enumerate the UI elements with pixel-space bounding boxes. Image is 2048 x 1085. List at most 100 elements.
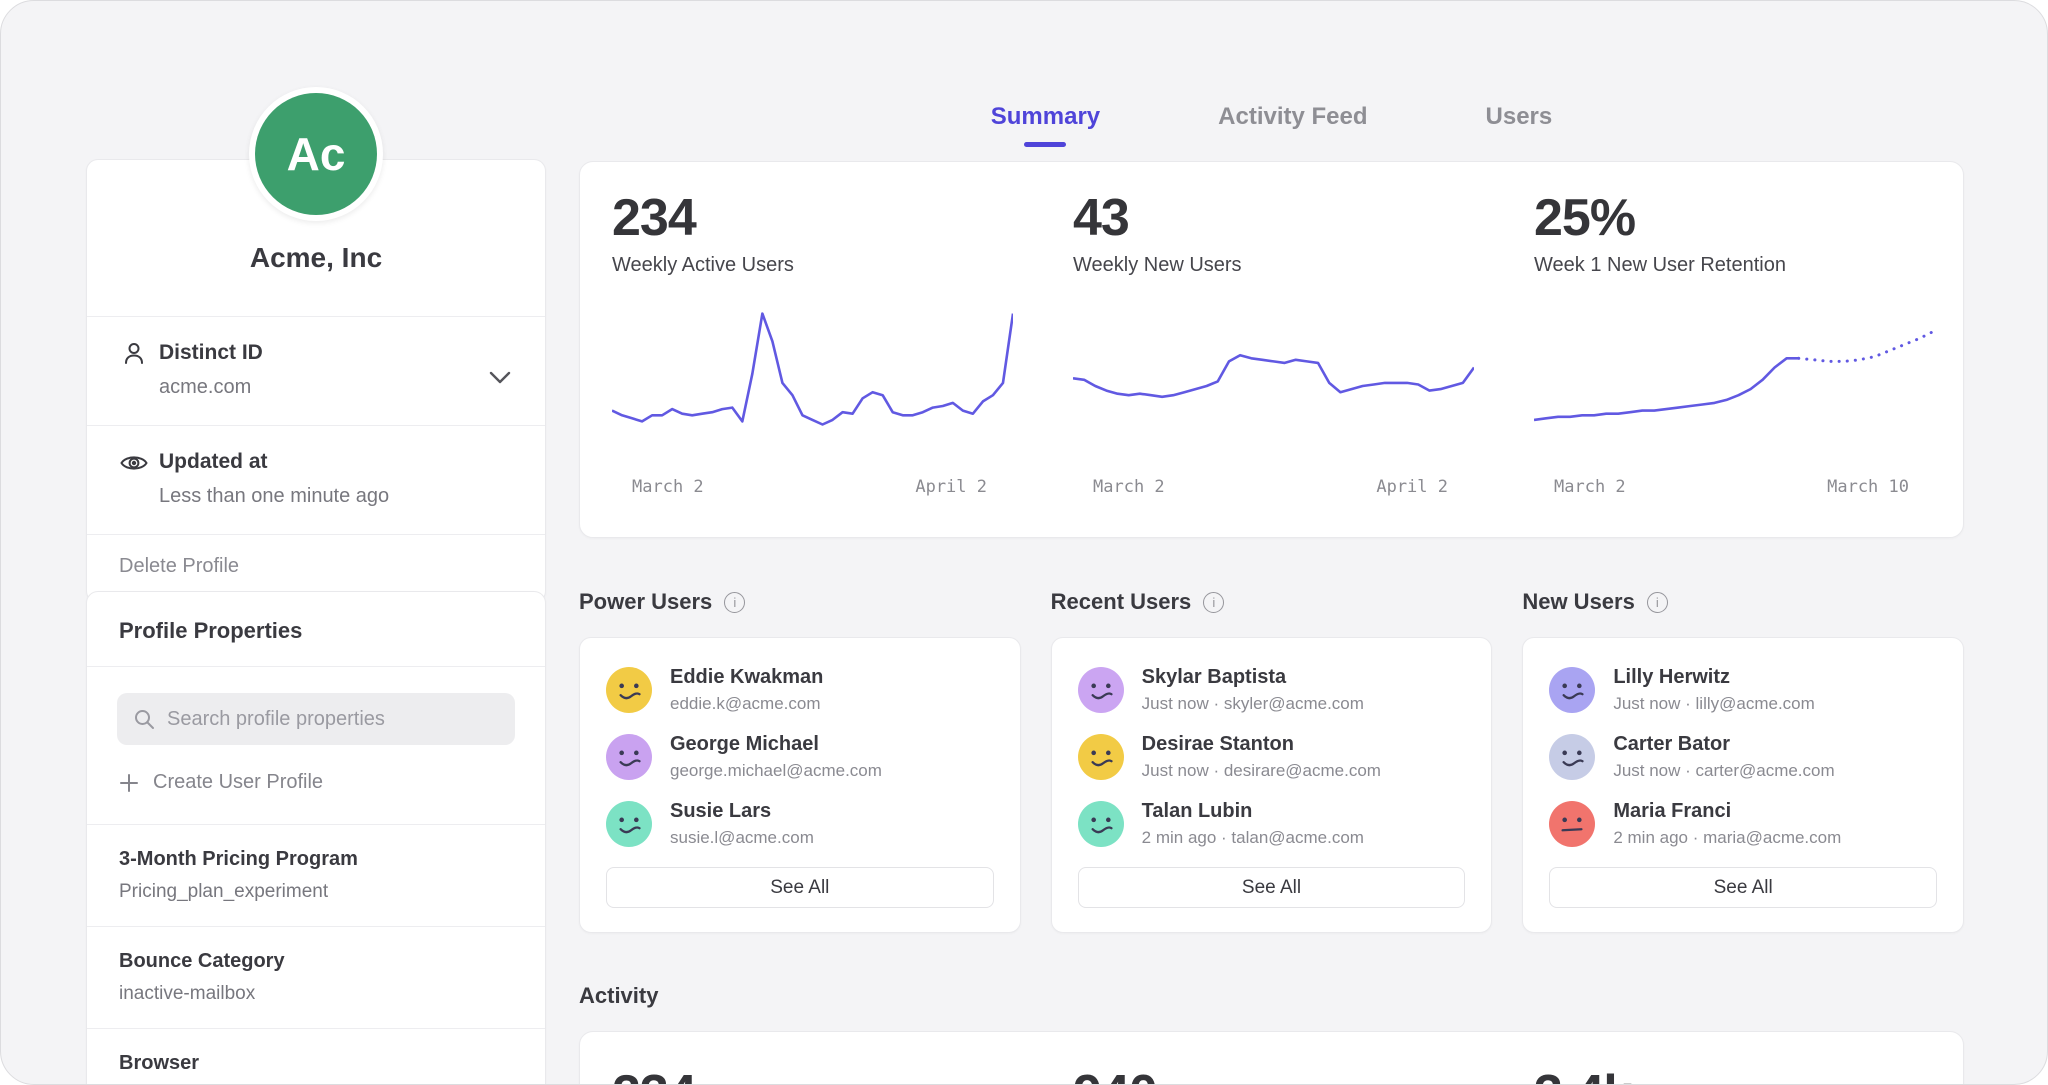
tab-summary[interactable]: Summary: [991, 103, 1100, 147]
avatar: [606, 667, 652, 713]
info-icon[interactable]: [1203, 592, 1224, 613]
user-name: George Michael: [670, 733, 882, 756]
x-tick: March 2: [1554, 477, 1626, 497]
user-text: Maria Franci 2 min ago · maria@acme.com: [1613, 800, 1841, 848]
search-box[interactable]: [117, 693, 515, 745]
field-label: Distinct ID: [159, 341, 263, 365]
activity-stat: 3.4k: [1502, 1032, 1963, 1085]
stat-value: 234: [612, 190, 1013, 246]
summary-card: 234 Weekly Active Users March 2 April 2 …: [579, 161, 1964, 538]
stat-label: Weekly Active Users: [612, 254, 1013, 277]
x-axis-labels: March 2 March 10: [1534, 473, 1935, 497]
property-name: Browser: [119, 1052, 513, 1075]
info-icon[interactable]: [1647, 592, 1668, 613]
stat-value: 25%: [1534, 190, 1935, 246]
person-icon: [119, 339, 149, 369]
face-icon: [1549, 667, 1595, 713]
field-value: Less than one minute ago: [159, 485, 389, 508]
profile-avatar: Ac: [249, 87, 383, 221]
user-name: Lilly Herwitz: [1613, 666, 1814, 689]
recent-users-section: Recent Users Skylar Baptista Just now · …: [1051, 585, 1493, 933]
user-text: Eddie Kwakman eddie.k@acme.com: [670, 666, 823, 714]
face-icon: [1078, 734, 1124, 780]
avatar: [1078, 801, 1124, 847]
activity-stat: 234: [580, 1032, 1041, 1085]
tab-users[interactable]: Users: [1486, 103, 1553, 147]
list-item[interactable]: Talan Lubin 2 min ago · talan@acme.com: [1078, 800, 1466, 848]
activity-stat: 940: [1041, 1032, 1502, 1085]
list-item[interactable]: George Michael george.michael@acme.com: [606, 733, 994, 781]
section-title: Power Users: [579, 589, 712, 615]
user-name: Talan Lubin: [1142, 800, 1364, 823]
activity-title: Activity: [579, 983, 658, 1009]
user-name: Maria Franci: [1613, 800, 1841, 823]
list-item[interactable]: Lilly Herwitz Just now · lilly@acme.com: [1549, 666, 1937, 714]
avatar: [1549, 734, 1595, 780]
face-icon: [606, 801, 652, 847]
property-name: 3-Month Pricing Program: [119, 848, 513, 871]
new-users-card: Lilly Herwitz Just now · lilly@acme.com …: [1522, 637, 1964, 933]
create-user-profile-label: Create User Profile: [153, 771, 323, 794]
tab-label: Summary: [991, 103, 1100, 130]
search-input[interactable]: [167, 708, 499, 731]
user-subtext: george.michael@acme.com: [670, 761, 882, 781]
app-window: Ac Acme, Inc Distinct ID acme.com: [0, 0, 2048, 1085]
plus-icon: [119, 773, 139, 793]
section-title: Recent Users: [1051, 589, 1192, 615]
avatar: [1549, 667, 1595, 713]
power-users-card: Eddie Kwakman eddie.k@acme.com George Mi…: [579, 637, 1021, 933]
section-header: New Users: [1522, 585, 1964, 619]
activity-stat-value: 234: [612, 1066, 1013, 1085]
user-subtext: Just now · lilly@acme.com: [1613, 694, 1814, 714]
see-all-button[interactable]: See All: [606, 867, 994, 908]
recent-users-card: Skylar Baptista Just now · skyler@acme.c…: [1051, 637, 1493, 933]
search-wrap: [87, 667, 545, 745]
x-axis-labels: March 2 April 2: [612, 473, 1013, 497]
user-name: Skylar Baptista: [1142, 666, 1364, 689]
x-tick: March 2: [1093, 477, 1165, 497]
activity-stat-value: 3.4k: [1534, 1066, 1935, 1085]
x-tick: April 2: [915, 477, 987, 497]
info-icon[interactable]: [724, 592, 745, 613]
property-row: 3-Month Pricing Program Pricing_plan_exp…: [87, 825, 545, 926]
tab-activity-feed[interactable]: Activity Feed: [1218, 103, 1367, 147]
list-item[interactable]: Desirae Stanton Just now · desirare@acme…: [1078, 733, 1466, 781]
create-user-profile-button[interactable]: Create User Profile: [119, 771, 513, 794]
main-content: Summary Activity Feed Users 234 Weekly A…: [579, 1, 1964, 1085]
activity-stat-value: 940: [1073, 1066, 1474, 1085]
property-row: Bounce Category inactive-mailbox: [87, 927, 545, 1028]
tab-label: Activity Feed: [1218, 103, 1367, 130]
user-text: Skylar Baptista Just now · skyler@acme.c…: [1142, 666, 1364, 714]
user-text: Lilly Herwitz Just now · lilly@acme.com: [1613, 666, 1814, 714]
week1-retention-chart: [1534, 303, 1935, 473]
stat-value: 43: [1073, 190, 1474, 246]
search-icon: [133, 708, 155, 730]
see-all-button[interactable]: See All: [1549, 867, 1937, 908]
list-item[interactable]: Eddie Kwakman eddie.k@acme.com: [606, 666, 994, 714]
field-body: Updated at Less than one minute ago: [159, 450, 389, 508]
list-item[interactable]: Susie Lars susie.l@acme.com: [606, 800, 994, 848]
activity-card: 234 940 3.4k: [579, 1031, 1964, 1085]
weekly-new-users-chart: [1073, 303, 1474, 473]
profile-properties-card: Profile Properties Create User Profile: [86, 591, 546, 1085]
profile-summary-card: Acme, Inc Distinct ID acme.com: [86, 159, 546, 603]
avatar: [1078, 734, 1124, 780]
list-item[interactable]: Carter Bator Just now · carter@acme.com: [1549, 733, 1937, 781]
x-tick: March 10: [1827, 477, 1909, 497]
stat-weekly-active-users: 234 Weekly Active Users March 2 April 2: [580, 162, 1041, 537]
field-distinct-id[interactable]: Distinct ID acme.com: [87, 317, 545, 425]
user-name: Susie Lars: [670, 800, 814, 823]
list-item[interactable]: Maria Franci 2 min ago · maria@acme.com: [1549, 800, 1937, 848]
section-header: Recent Users: [1051, 585, 1493, 619]
profile-properties-title: Profile Properties: [87, 592, 545, 666]
x-tick: April 2: [1376, 477, 1448, 497]
list-item[interactable]: Skylar Baptista Just now · skyler@acme.c…: [1078, 666, 1466, 714]
chevron-down-icon[interactable]: [489, 371, 511, 385]
user-subtext: susie.l@acme.com: [670, 828, 814, 848]
avatar: [606, 801, 652, 847]
active-tab-underline: [1024, 142, 1066, 147]
avatar: [1549, 801, 1595, 847]
section-title: New Users: [1522, 589, 1635, 615]
field-body: Distinct ID acme.com: [159, 341, 263, 399]
see-all-button[interactable]: See All: [1078, 867, 1466, 908]
